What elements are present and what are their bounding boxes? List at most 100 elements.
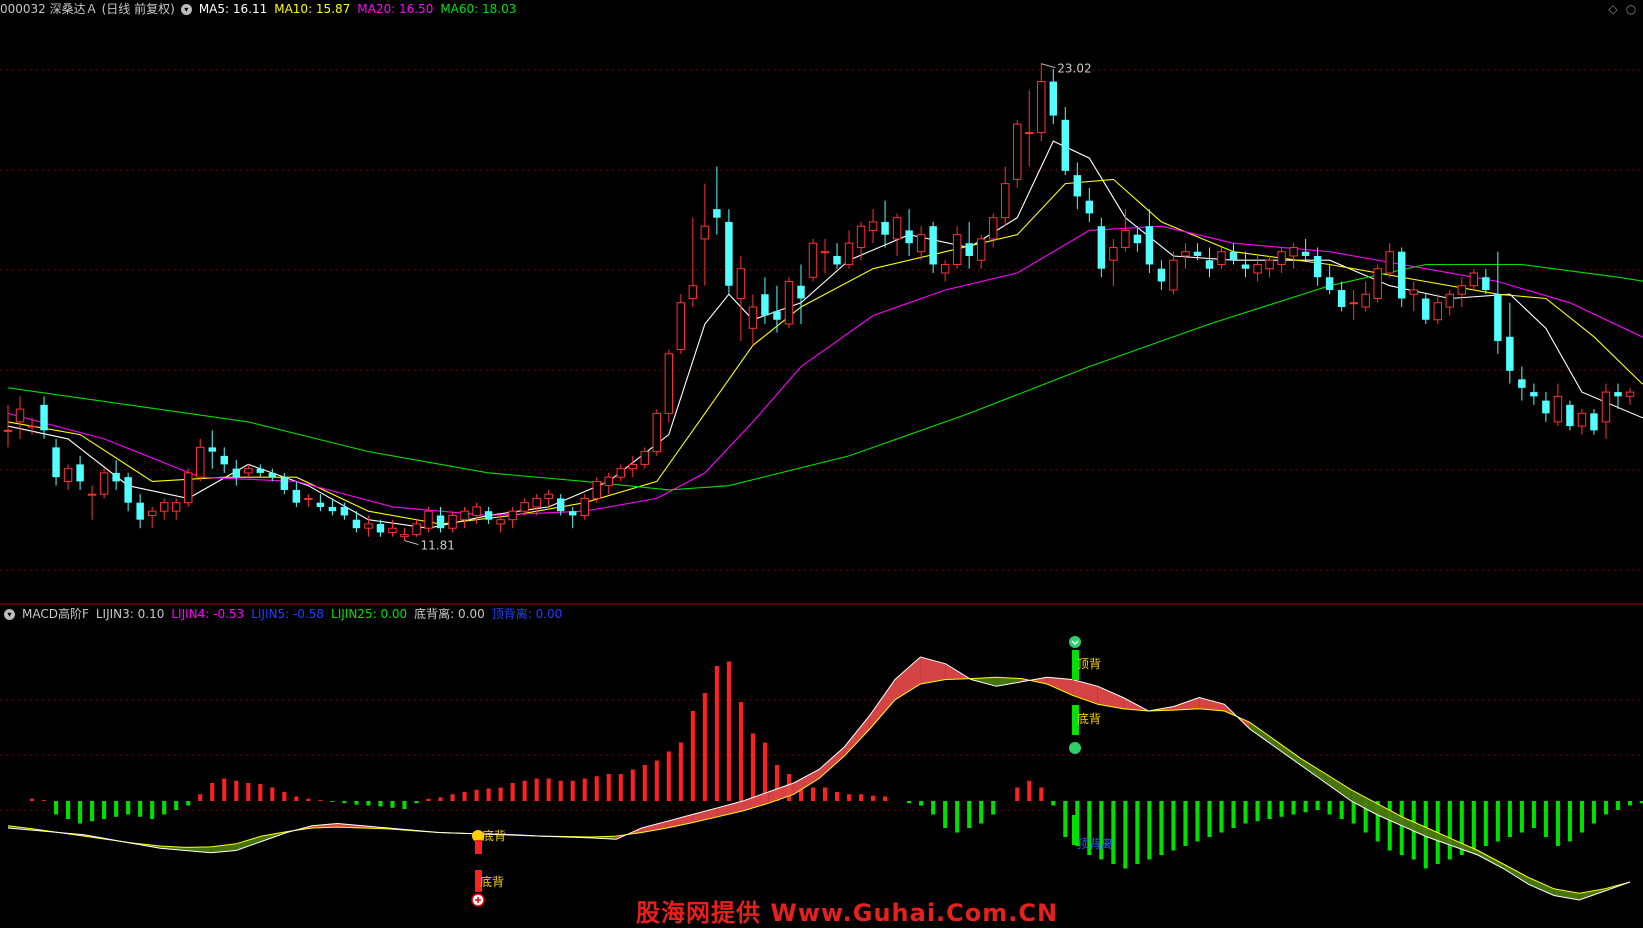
period-label: (日线 前复权) — [101, 2, 175, 16]
lijin5-label: LIJIN5: -0.58 — [251, 607, 325, 621]
macd-band-bear — [1553, 888, 1580, 900]
price-grid — [0, 69, 1643, 571]
macd-band-bear — [1503, 864, 1529, 885]
candle-body — [1097, 226, 1106, 269]
candle-body — [1337, 289, 1346, 308]
candle-body — [940, 263, 950, 274]
candle-body — [1229, 251, 1238, 261]
candle-body — [844, 242, 854, 265]
candle-body — [1349, 302, 1358, 305]
stock-title: 000032 深桑达Ａ — [0, 2, 98, 16]
candle-body — [99, 472, 109, 495]
candle-body — [892, 217, 902, 240]
candle-body — [1566, 404, 1574, 427]
candle-body — [1577, 412, 1587, 427]
high-label-leader — [1041, 63, 1056, 69]
dot-circle-icon — [1069, 742, 1081, 754]
candle-body — [376, 523, 385, 533]
candle-body — [1553, 395, 1563, 423]
signal-label: 顶背 — [1077, 657, 1101, 671]
ma60-label: MA60: 18.03 — [440, 2, 517, 16]
candle-body — [496, 519, 505, 525]
candle-body — [881, 221, 889, 235]
candle-body — [1061, 119, 1070, 171]
candle-body — [556, 498, 565, 512]
candle-body — [448, 514, 457, 529]
macd-header: ▾ MACD高阶F LIJIN3: 0.10 LIJIN4: -0.53 LIJ… — [0, 605, 569, 623]
collapse-macd-icon[interactable]: ▾ — [4, 608, 15, 620]
candle-body — [364, 523, 373, 529]
candle-body — [256, 468, 265, 473]
candle-body — [640, 451, 650, 465]
signal-label: 底背 — [480, 874, 504, 889]
dingbeili-label: 顶背离: 0.00 — [491, 607, 563, 621]
dibeili-label: 底背离: 0.00 — [414, 607, 485, 621]
candle-body — [472, 506, 481, 516]
candle-body — [1085, 200, 1094, 214]
high-price-label: 23.02 — [1057, 62, 1091, 76]
signal-bar — [475, 840, 482, 854]
price-header: 000032 深桑达Ａ (日线 前复权) ▾ MA5: 16.11 MA10: … — [0, 0, 523, 18]
candle-body — [628, 463, 637, 470]
collapse-price-icon[interactable]: ▾ — [180, 3, 192, 15]
macd-title: MACD高阶F — [22, 607, 89, 621]
macd-band-bull — [742, 792, 769, 811]
candle-body — [592, 480, 601, 499]
candle-body — [1157, 268, 1166, 282]
candle-body — [1601, 391, 1611, 423]
candle-body — [460, 510, 469, 521]
candle-body — [761, 294, 769, 316]
candle-body — [929, 226, 937, 265]
lijin4-label: LIJIN4: -0.53 — [171, 607, 245, 621]
candle-body — [76, 464, 84, 482]
candle-body — [52, 447, 60, 478]
diamond-icon[interactable]: ◇ — [1606, 2, 1620, 16]
candle-body — [1133, 234, 1142, 244]
candle-body — [520, 502, 529, 512]
candle-body — [1469, 272, 1479, 287]
candle-body — [808, 242, 818, 278]
candle-body — [1542, 400, 1550, 414]
ma10-label: MA10: 15.87 — [274, 2, 351, 16]
candle-body — [27, 425, 37, 428]
candle-body — [1313, 255, 1322, 278]
ma-line-ma10 — [7, 178, 1643, 525]
candle-body — [652, 412, 662, 453]
candle-body — [280, 477, 289, 490]
candle-body — [604, 476, 613, 487]
candle-body — [976, 238, 986, 261]
candle-body — [1409, 289, 1418, 295]
candle-body — [544, 493, 553, 499]
candle-body — [725, 221, 733, 286]
candle-body — [1385, 251, 1394, 274]
candle-body — [340, 506, 349, 516]
candle-body — [1181, 251, 1190, 257]
candle-body — [208, 447, 216, 452]
candle-body — [63, 468, 73, 482]
macd-band-bear — [1249, 722, 1276, 747]
candle-body — [1277, 251, 1286, 265]
candle-body — [868, 221, 878, 231]
candle-body — [580, 497, 589, 516]
circle-icon[interactable]: ○ — [1624, 2, 1638, 16]
candle-body — [1217, 251, 1226, 265]
macd-band-bull — [895, 657, 921, 700]
candle-body — [664, 353, 674, 414]
candle-body — [784, 280, 794, 325]
macd-band-bear — [1477, 850, 1504, 869]
candle-body — [1025, 132, 1034, 135]
candle-body — [232, 468, 241, 478]
candle-body — [1037, 81, 1046, 134]
candle-body — [1482, 277, 1490, 290]
candle-body — [700, 225, 710, 240]
chart-canvas[interactable]: 23.0211.81 底背顶背底背顶背离底背 — [0, 0, 1643, 923]
candle-body — [1241, 264, 1250, 269]
candle-body — [1073, 175, 1082, 197]
candle-body — [1325, 277, 1334, 290]
candle-body — [748, 306, 758, 329]
candle-body — [1013, 123, 1022, 180]
candle-body — [412, 523, 421, 536]
lijin25-label: LIJIN25: 0.00 — [331, 607, 408, 621]
candle-body — [820, 251, 830, 254]
candle-body — [833, 255, 841, 265]
